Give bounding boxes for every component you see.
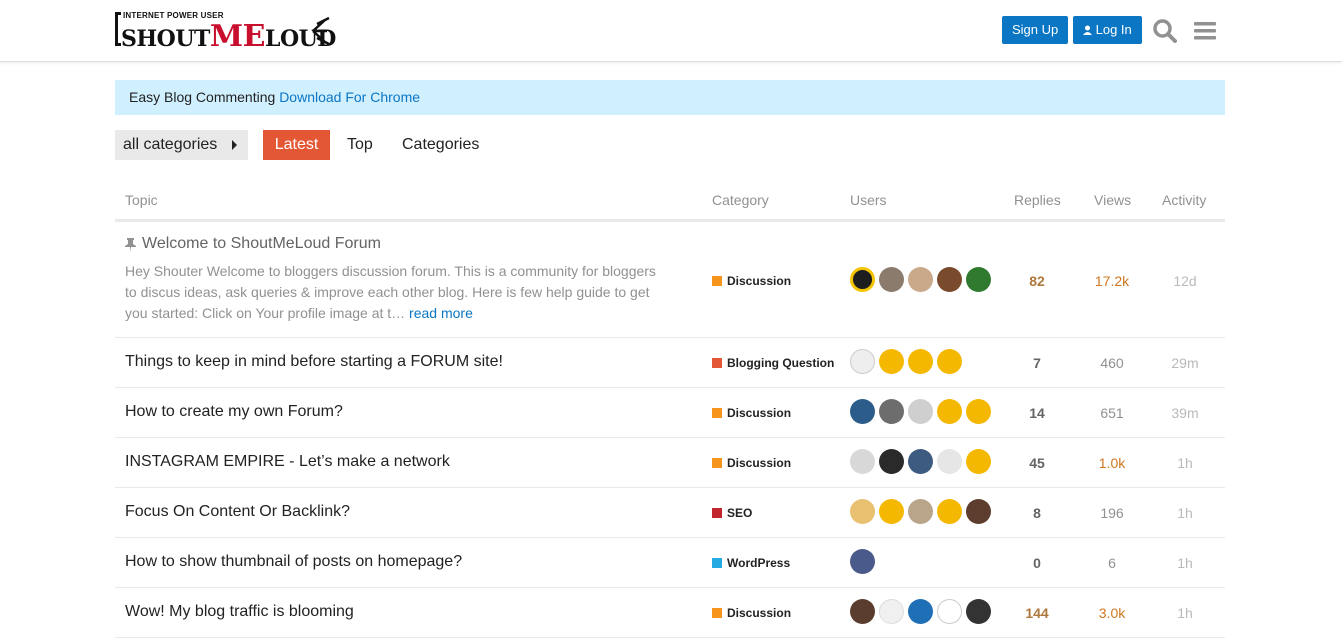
category-badge[interactable]: Discussion [712, 274, 791, 288]
avatar[interactable] [850, 599, 875, 624]
avatar[interactable] [966, 599, 991, 624]
avatar[interactable] [879, 267, 904, 292]
activity-time[interactable]: 12d [1155, 273, 1215, 289]
topic-list-header: Topic Category Users Replies Views Activ… [115, 185, 1225, 222]
topic-title[interactable]: INSTAGRAM EMPIRE - Let’s make a network [125, 453, 450, 471]
avatar[interactable] [937, 349, 962, 374]
column-category[interactable]: Category [712, 192, 769, 208]
avatar[interactable] [908, 499, 933, 524]
chrome-extension-banner: Easy Blog Commenting Download For Chrome [115, 80, 1225, 115]
avatar[interactable] [937, 267, 962, 292]
view-count: 196 [1100, 505, 1124, 521]
avatar[interactable] [966, 449, 991, 474]
topic-row: How to create my own Forum? Discussion 1… [115, 388, 1225, 438]
category-badge[interactable]: Discussion [712, 456, 791, 470]
topic-row: INSTAGRAM EMPIRE - Let’s make a network … [115, 438, 1225, 488]
avatar[interactable] [966, 399, 991, 424]
avatar[interactable] [966, 499, 991, 524]
category-badge[interactable]: WordPress [712, 556, 790, 570]
avatar[interactable] [908, 449, 933, 474]
avatar[interactable] [879, 449, 904, 474]
reply-count[interactable]: 82 [1007, 273, 1067, 289]
avatar[interactable] [850, 499, 875, 524]
view-count: 17.2k [1094, 273, 1130, 289]
read-more-link[interactable]: read more [409, 305, 473, 321]
activity-time[interactable]: 29m [1155, 355, 1215, 371]
avatar[interactable] [850, 549, 875, 574]
category-dropdown[interactable]: all categories [115, 130, 248, 160]
topic-row: Focus On Content Or Backlink? SEO 8 196 … [115, 488, 1225, 538]
topic-row: Welcome to ShoutMeLoud Forum Hey Shouter… [115, 222, 1225, 338]
avatar[interactable] [937, 599, 962, 624]
view-count: 651 [1100, 405, 1124, 421]
reply-count[interactable]: 7 [1007, 355, 1067, 371]
avatar[interactable] [850, 349, 875, 374]
topic-title[interactable]: Focus On Content Or Backlink? [125, 503, 350, 521]
activity-time[interactable]: 1h [1155, 555, 1215, 571]
site-logo[interactable]: INTERNET POWER USER SHOUTMELOUD [115, 10, 336, 54]
topic-title[interactable]: Welcome to ShoutMeLoud Forum [142, 235, 381, 253]
topic-title[interactable]: Wow! My blog traffic is blooming [125, 603, 354, 621]
sign-up-button[interactable]: Sign Up [1002, 16, 1069, 44]
avatar[interactable] [850, 399, 875, 424]
user-icon [1083, 25, 1092, 35]
topic-excerpt: Hey Shouter Welcome to bloggers discussi… [125, 263, 656, 321]
avatar[interactable] [850, 449, 875, 474]
activity-time[interactable]: 1h [1155, 605, 1215, 621]
topic-title[interactable]: How to create my own Forum? [125, 403, 343, 421]
reply-count[interactable]: 0 [1007, 555, 1067, 571]
avatar[interactable] [908, 399, 933, 424]
tab-latest[interactable]: Latest [263, 130, 330, 160]
avatar[interactable] [879, 349, 904, 374]
topic-title[interactable]: Things to keep in mind before starting a… [125, 353, 503, 371]
reply-count[interactable]: 45 [1007, 455, 1067, 471]
activity-time[interactable]: 1h [1155, 505, 1215, 521]
avatar[interactable] [908, 267, 933, 292]
category-badge[interactable]: Discussion [712, 406, 791, 420]
view-count: 6 [1108, 555, 1116, 571]
avatar[interactable] [879, 599, 904, 624]
megaphone-icon [312, 16, 330, 46]
reply-count[interactable]: 14 [1007, 405, 1067, 421]
search-icon[interactable] [1152, 18, 1178, 44]
logo-wordmark: SHOUTMELOUD [121, 19, 336, 54]
category-badge[interactable]: Discussion [712, 606, 791, 620]
avatar[interactable] [908, 599, 933, 624]
topic-row: How to show thumbnail of posts on homepa… [115, 538, 1225, 588]
banner-text: Easy Blog Commenting [129, 89, 280, 105]
view-count: 3.0k [1098, 605, 1126, 621]
topic-title[interactable]: How to show thumbnail of posts on homepa… [125, 553, 462, 571]
avatar[interactable] [879, 399, 904, 424]
category-badge[interactable]: SEO [712, 506, 752, 520]
column-topic[interactable]: Topic [125, 192, 158, 208]
column-replies[interactable]: Replies [1014, 192, 1061, 208]
avatar[interactable] [937, 449, 962, 474]
download-chrome-link[interactable]: Download For Chrome [279, 89, 420, 105]
tab-top[interactable]: Top [347, 130, 373, 160]
topic-row: Things to keep in mind before starting a… [115, 338, 1225, 388]
topic-row: Wow! My blog traffic is blooming Discuss… [115, 588, 1225, 638]
category-badge[interactable]: Blogging Question [712, 356, 834, 370]
view-count: 460 [1100, 355, 1124, 371]
reply-count[interactable]: 144 [1007, 605, 1067, 621]
hamburger-menu-icon[interactable] [1192, 18, 1218, 44]
site-header: INTERNET POWER USER SHOUTMELOUD Sign Up … [0, 0, 1342, 62]
avatar[interactable] [908, 349, 933, 374]
avatar[interactable] [966, 267, 991, 292]
avatar[interactable] [850, 267, 875, 292]
column-users: Users [850, 192, 887, 208]
avatar[interactable] [937, 499, 962, 524]
log-in-button[interactable]: Log In [1073, 16, 1142, 44]
view-count: 1.0k [1098, 455, 1126, 471]
column-activity[interactable]: Activity [1162, 192, 1206, 208]
pin-icon [125, 238, 136, 252]
reply-count[interactable]: 8 [1007, 505, 1067, 521]
activity-time[interactable]: 1h [1155, 455, 1215, 471]
activity-time[interactable]: 39m [1155, 405, 1215, 421]
avatar[interactable] [879, 499, 904, 524]
caret-right-icon [232, 140, 237, 150]
column-views[interactable]: Views [1094, 192, 1131, 208]
avatar[interactable] [937, 399, 962, 424]
tab-categories[interactable]: Categories [402, 130, 479, 160]
